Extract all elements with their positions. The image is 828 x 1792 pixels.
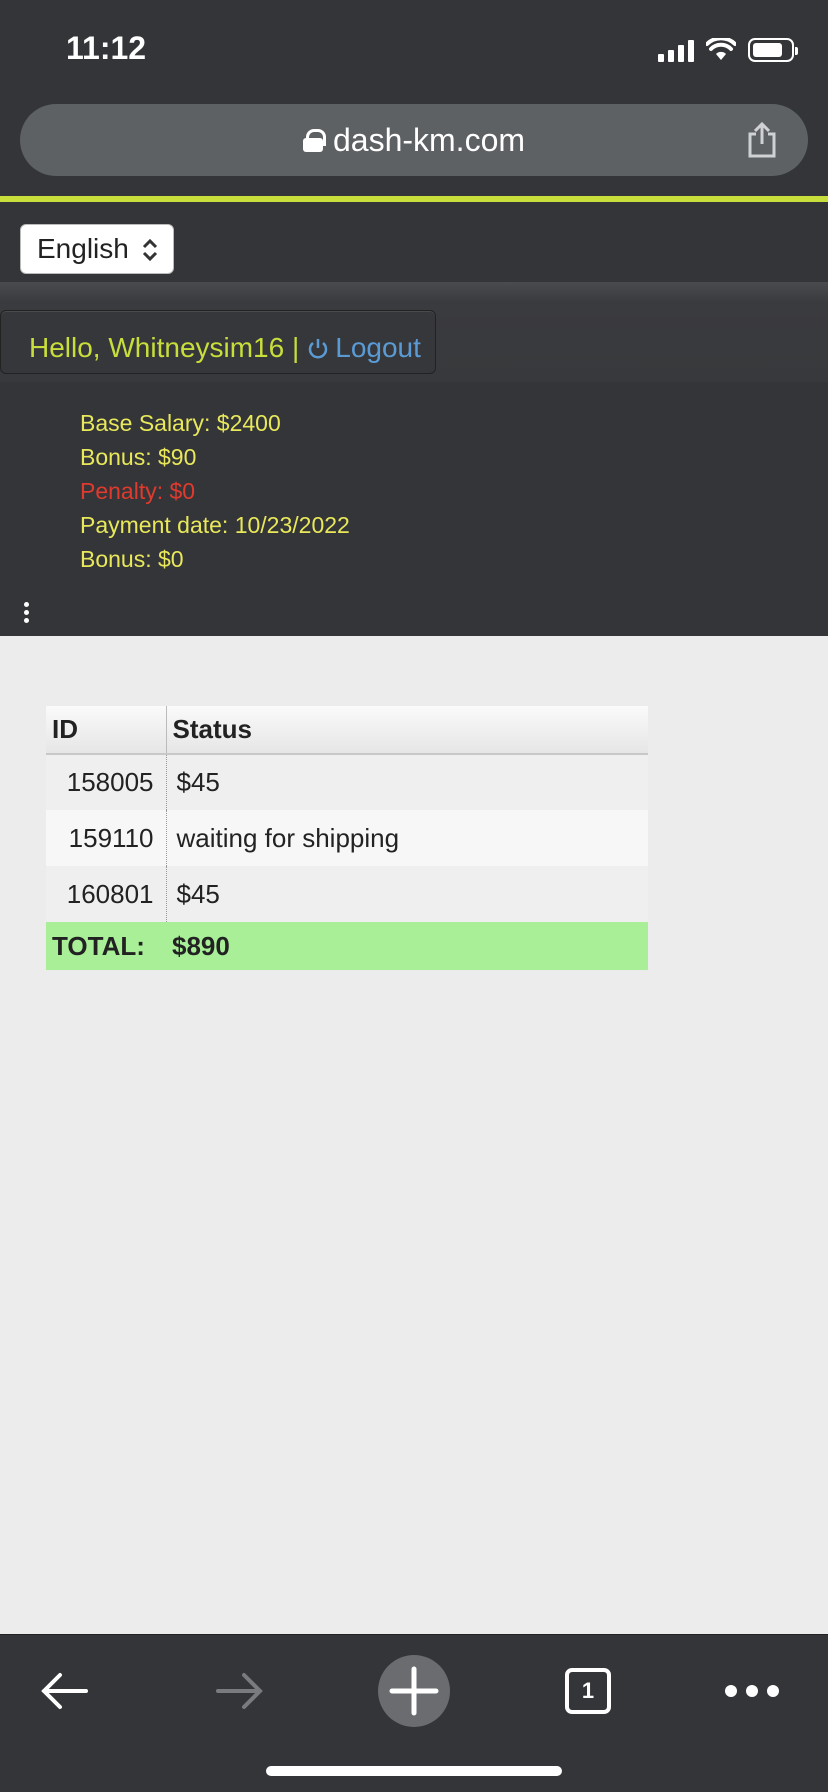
arrow-left-icon [41, 1673, 88, 1709]
status-time: 11:12 [66, 30, 147, 66]
payment-date: Payment date: 10/23/2022 [80, 512, 350, 538]
greeting-text: Hello, Whitneysim16 | [29, 332, 300, 363]
cell-id: 160801 [46, 866, 167, 922]
table-header-row: ID Status [46, 706, 648, 755]
base-salary: Base Salary: $2400 [80, 410, 281, 436]
tabs-button[interactable]: 1 [564, 1655, 612, 1727]
logout-link[interactable]: Logout [307, 332, 421, 364]
total-row: TOTAL: $890 [46, 922, 648, 970]
cell-id: 158005 [46, 754, 167, 810]
status-icons [658, 36, 798, 62]
more-horizontal-icon [725, 1685, 779, 1697]
cell-status: $45 [166, 754, 648, 810]
table-row[interactable]: 159110 waiting for shipping [46, 810, 648, 866]
power-icon [309, 339, 328, 359]
penalty: Penalty: $0 [80, 478, 196, 504]
share-icon[interactable] [746, 122, 778, 158]
user-box: Hello, Whitneysim16 | Logout [0, 310, 436, 374]
total-value: $890 [166, 922, 648, 970]
tab-count: 1 [581, 1678, 595, 1703]
bonus: Bonus: $90 [80, 444, 197, 470]
browser-chrome: 11:12 dash-km.com [0, 0, 828, 196]
orders-table: ID Status 158005 $45 159110 waiting for … [46, 706, 648, 970]
cell-status: $45 [166, 866, 648, 922]
bonus-extra: Bonus: $0 [80, 546, 184, 572]
logout-label: Logout [335, 332, 421, 363]
cell-status: waiting for shipping [166, 810, 648, 866]
site-header: English Hello, Whitneysim16 | Logout Bas… [0, 202, 828, 636]
table-row[interactable]: 158005 $45 [46, 754, 648, 810]
table-row[interactable]: 160801 $45 [46, 866, 648, 922]
url-bar[interactable]: dash-km.com [20, 104, 808, 176]
salary-info: Base Salary: $2400 Bonus: $90 Penalty: $… [80, 406, 350, 576]
new-tab-button[interactable] [378, 1655, 450, 1727]
plus-icon [378, 1655, 450, 1727]
cell-id: 159110 [46, 810, 167, 866]
tabs-icon: 1 [565, 1668, 611, 1714]
menu-button[interactable] [722, 1655, 782, 1727]
wifi-icon [706, 38, 736, 60]
chevron-updown-icon [142, 238, 158, 262]
total-label: TOTAL: [46, 922, 166, 970]
more-vertical-icon[interactable] [24, 602, 30, 624]
language-select[interactable]: English [20, 224, 174, 274]
back-button[interactable] [34, 1655, 94, 1727]
user-bar: Hello, Whitneysim16 | Logout [0, 282, 828, 382]
battery-icon [748, 38, 798, 62]
signal-icon [658, 38, 694, 62]
column-header-status[interactable]: Status [166, 706, 648, 755]
home-indicator [266, 1766, 562, 1776]
column-header-id[interactable]: ID [46, 706, 167, 755]
lock-icon [302, 129, 326, 152]
url-text: dash-km.com [332, 121, 526, 158]
language-value: English [37, 233, 129, 264]
forward-button[interactable] [210, 1655, 270, 1727]
arrow-right-icon [216, 1673, 263, 1709]
